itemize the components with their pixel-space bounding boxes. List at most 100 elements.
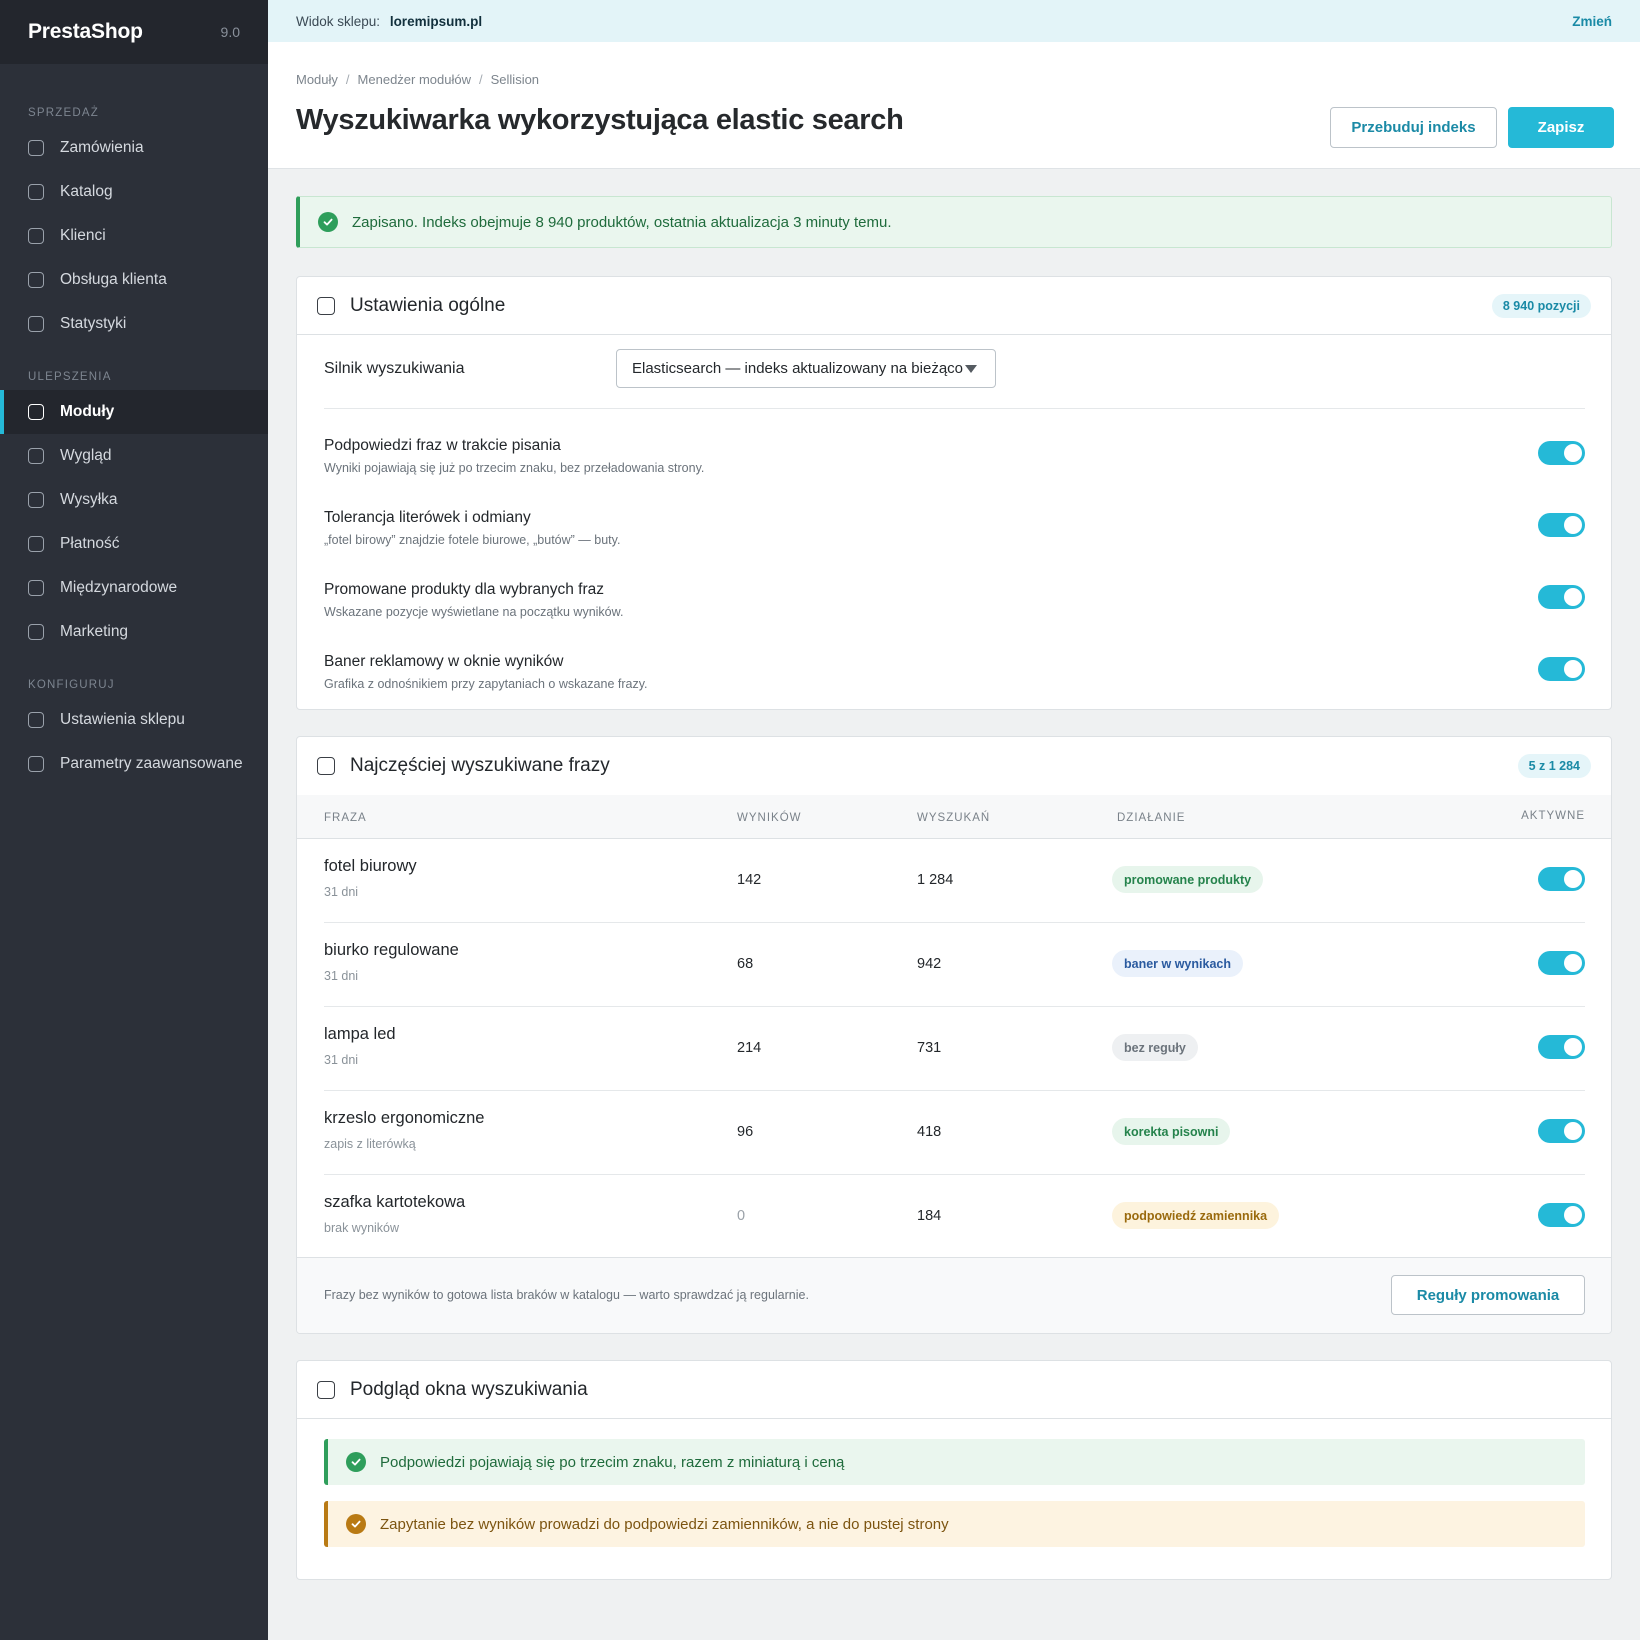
option-description: Wskazane pozycje wyświetlane na początku… <box>324 605 624 619</box>
sidebar-item-shop-settings[interactable]: Ustawienia sklepu <box>0 698 268 742</box>
square-icon <box>28 448 44 464</box>
sidebar-item-label: Wygląd <box>60 447 112 464</box>
success-alert-text: Zapisano. Indeks obejmuje 8 940 produktó… <box>352 213 892 231</box>
phrase-sub: 31 dni <box>324 1053 359 1067</box>
sidebar-item-shipping[interactable]: Wysyłka <box>0 478 268 522</box>
action-badge: korekta pisowni <box>1112 1118 1231 1145</box>
phrase-sub: brak wyników <box>324 1221 400 1235</box>
sidebar-item-design[interactable]: Wygląd <box>0 434 268 478</box>
version-label: 9.0 <box>220 24 240 40</box>
option-title: Promowane produkty dla wybranych fraz <box>324 581 604 598</box>
phrase-text[interactable]: szafka kartotekowa <box>324 1193 465 1212</box>
option-description: Grafika z odnośnikiem przy zapytaniach o… <box>324 677 648 691</box>
action-badge: podpowiedź zamiennika <box>1112 1202 1280 1229</box>
card-title: Podgląd okna wyszukiwania <box>350 1378 588 1400</box>
brand-logo[interactable]: PrestaShop <box>28 20 143 44</box>
brand-bar: PrestaShop 9.0 <box>0 0 268 64</box>
square-icon <box>28 184 44 200</box>
sidebar-item-label: Płatność <box>60 535 120 552</box>
top-phrases-card: Najczęściej wyszukiwane frazy 5 z 1 284 … <box>296 736 1612 1334</box>
column-header-searches[interactable]: WYSZUKAŃ <box>917 812 990 824</box>
option-toggle[interactable] <box>1538 513 1585 537</box>
square-icon <box>28 492 44 508</box>
sidebar-item-advanced[interactable]: Parametry zaawansowane <box>0 742 268 786</box>
column-header-phrase[interactable]: FRAZA <box>324 812 367 824</box>
phrase-text[interactable]: lampa led <box>324 1025 396 1044</box>
option-toggle[interactable] <box>1538 441 1585 465</box>
card-title: Ustawienia ogólne <box>350 294 506 316</box>
nav-group-configure: Ustawienia sklepu Parametry zaawansowane <box>0 698 268 786</box>
shop-view: Widok sklepu: loremipsum.pl <box>296 14 482 29</box>
option-row: Podpowiedzi fraz w trakcie pisania Wynik… <box>324 437 1585 497</box>
sidebar-item-label: Obsługa klienta <box>60 271 167 288</box>
sidebar-item-catalog[interactable]: Katalog <box>0 170 268 214</box>
active-toggle[interactable] <box>1538 1119 1585 1143</box>
results-count: 142 <box>737 872 762 888</box>
sidebar-item-label: Moduły <box>60 403 115 420</box>
option-row: Baner reklamowy w oknie wyników Grafika … <box>324 653 1585 709</box>
sidebar-item-customers[interactable]: Klienci <box>0 214 268 258</box>
phrase-text[interactable]: biurko regulowane <box>324 941 459 960</box>
sidebar-item-orders[interactable]: Zamówienia <box>0 126 268 170</box>
shop-url-link[interactable]: loremipsum.pl <box>390 14 482 29</box>
results-count: 68 <box>737 956 754 972</box>
table-footer: Frazy bez wyników to gotowa lista braków… <box>297 1257 1611 1333</box>
page-title: Wyszukiwarka wykorzystująca elastic sear… <box>296 104 904 136</box>
option-row: Tolerancja literówek i odmiany „fotel bi… <box>324 509 1585 569</box>
breadcrumb-item[interactable]: Menedżer modułów <box>358 72 471 87</box>
option-title: Baner reklamowy w oknie wyników <box>324 653 564 670</box>
option-toggle[interactable] <box>1538 585 1585 609</box>
sidebar-item-label: Parametry zaawansowane <box>60 755 243 772</box>
sidebar-item-payment[interactable]: Płatność <box>0 522 268 566</box>
square-icon <box>28 140 44 156</box>
searches-count: 418 <box>917 1124 942 1140</box>
square-icon <box>28 580 44 596</box>
active-toggle[interactable] <box>1538 867 1585 891</box>
square-icon <box>28 756 44 772</box>
square-icon <box>28 536 44 552</box>
breadcrumb-item[interactable]: Sellision <box>491 72 539 87</box>
phrase-sub: zapis z literówką <box>324 1137 416 1151</box>
sidebar-item-marketing[interactable]: Marketing <box>0 610 268 654</box>
sidebar-item-modules[interactable]: Moduły <box>0 390 268 434</box>
column-header-results[interactable]: WYNIKÓW <box>737 812 802 824</box>
active-toggle[interactable] <box>1538 951 1585 975</box>
nav-section-improve: ULEPSZENIA <box>0 371 268 383</box>
sidebar-item-label: Międzynarodowe <box>60 579 178 596</box>
breadcrumb-separator: / <box>479 72 483 87</box>
promotion-rules-button[interactable]: Reguły promowania <box>1391 1275 1585 1315</box>
square-icon <box>28 316 44 332</box>
square-icon <box>28 624 44 640</box>
search-engine-select[interactable]: Elasticsearch — indeks aktualizowany na … <box>616 349 996 388</box>
square-icon <box>317 1380 335 1399</box>
phrase-text[interactable]: krzeslo ergonomiczne <box>324 1109 485 1128</box>
action-badge: promowane produkty <box>1112 866 1264 893</box>
sidebar-item-international[interactable]: Międzynarodowe <box>0 566 268 610</box>
sidebar-item-stats[interactable]: Statystyki <box>0 302 268 346</box>
searches-count: 731 <box>917 1040 942 1056</box>
rebuild-index-button[interactable]: Przebuduj indeks <box>1330 107 1497 148</box>
option-toggle[interactable] <box>1538 657 1585 681</box>
check-circle-icon <box>346 1452 366 1472</box>
page-header: Moduły / Menedżer modułów / Sellision Wy… <box>268 42 1640 169</box>
breadcrumb-item[interactable]: Moduły <box>296 72 338 87</box>
active-toggle[interactable] <box>1538 1035 1585 1059</box>
sidebar-item-label: Ustawienia sklepu <box>60 711 185 728</box>
searches-count: 184 <box>917 1208 942 1224</box>
square-icon <box>317 757 335 775</box>
square-icon <box>28 404 44 420</box>
sidebar-item-customer-service[interactable]: Obsługa klienta <box>0 258 268 302</box>
square-icon <box>28 272 44 288</box>
save-button[interactable]: Zapisz <box>1508 107 1614 148</box>
active-toggle[interactable] <box>1538 1203 1585 1227</box>
phrase-text[interactable]: fotel biurowy <box>324 857 417 876</box>
breadcrumb-separator: / <box>345 72 350 87</box>
column-header-active: AKTYWNE <box>1521 810 1585 822</box>
check-circle-icon <box>346 1514 366 1534</box>
change-shop-link[interactable]: Zmień <box>1572 14 1612 29</box>
nav-group-improve: Moduły Wygląd Wysyłka Płatność Międzynar… <box>0 390 268 654</box>
nav-section-title: KONFIGURUJ <box>28 679 115 691</box>
card-header: Podgląd okna wyszukiwania <box>297 1361 1611 1419</box>
results-count: 0 <box>737 1208 746 1224</box>
check-circle-icon <box>318 212 338 232</box>
